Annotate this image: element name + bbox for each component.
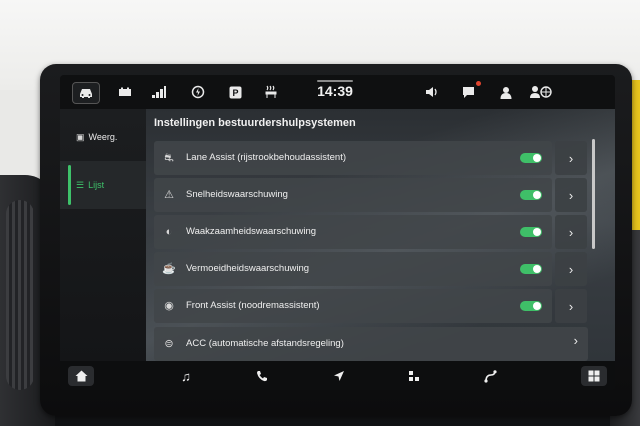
chevron-right-icon: › [568, 298, 574, 314]
view-side-panel: ▣ Weerg. ☰ Lijst [60, 109, 146, 361]
speed-warning-details-button[interactable]: › [555, 178, 587, 212]
chevron-right-icon: › [568, 261, 574, 277]
fatigue-warning-icon: ☕ [162, 263, 176, 275]
setting-label: Lane Assist (rijstrookbehoudassistent) [186, 152, 346, 163]
speed-warning-toggle[interactable] [520, 190, 542, 200]
setting-row-acc[interactable]: ⊜ ACC (automatische afstandsregeling) › [154, 327, 588, 361]
notification-dot [476, 81, 481, 86]
setting-row-attention-warning[interactable]: ◐ Waakzaamheidswaarschuwing [154, 215, 552, 249]
navigation-icon[interactable] [326, 366, 352, 386]
setting-label: Snelheidswaarschuwing [186, 189, 288, 200]
signal-bars-icon[interactable] [146, 82, 172, 102]
home-icon[interactable] [68, 366, 94, 386]
apps-icon[interactable] [401, 366, 427, 386]
sidebar-item-label: Weerg. [88, 132, 118, 142]
chevron-right-icon: › [568, 150, 574, 166]
fatigue-warning-details-button[interactable]: › [555, 252, 587, 286]
setting-row-lane-assist[interactable]: ⛐ Lane Assist (rijstrookbehoudassistent) [154, 141, 552, 175]
speed-warning-icon: ⚠ [164, 189, 174, 201]
svg-text:P: P [232, 88, 238, 98]
air-vent [6, 200, 34, 390]
front-assist-details-button[interactable]: › [555, 289, 587, 323]
setting-row-front-assist[interactable]: ◉ Front Assist (noodremassistent) [154, 289, 552, 323]
front-assist-icon: ◉ [164, 300, 174, 312]
sidebar-item-weerg[interactable]: ▣ Weerg. [60, 113, 146, 161]
display-icon: ▣ [76, 131, 85, 142]
setting-label: Waakzaamheidswaarschuwing [186, 226, 317, 237]
user-settings-icon[interactable] [528, 82, 554, 102]
list-icon: ☰ [76, 179, 85, 190]
charging-icon[interactable] [185, 82, 211, 102]
setting-row-speed-warning[interactable]: ⚠ Snelheidswaarschuwing [154, 178, 552, 212]
front-assist-toggle[interactable] [520, 301, 542, 311]
connection-icon[interactable] [478, 366, 504, 386]
music-icon[interactable]: ♫ [173, 366, 199, 386]
lane-assist-details-button[interactable]: › [555, 141, 587, 175]
clock-handle [317, 80, 353, 82]
phone-icon[interactable] [249, 366, 275, 386]
battery-icon[interactable] [112, 82, 138, 102]
fatigue-warning-toggle[interactable] [520, 264, 542, 274]
notification-icon[interactable] [456, 81, 482, 102]
setting-label: ACC (automatische afstandsregeling) [186, 338, 344, 349]
volume-icon[interactable] [419, 82, 445, 102]
infotainment-screen: P 14:39 ▣ Weerg. ☰ Lijst Instellingen be… [60, 75, 615, 390]
setting-label: Front Assist (noodremassistent) [186, 300, 320, 311]
scrollbar[interactable] [592, 139, 595, 249]
lane-assist-icon: ⛐ [164, 152, 174, 164]
clock: 14:39 [317, 83, 353, 99]
parking-icon[interactable]: P [222, 82, 248, 102]
setting-label: Vermoeidheidswaarschuwing [186, 263, 310, 274]
chevron-right-icon: › [568, 224, 574, 240]
user-icon[interactable] [493, 82, 519, 102]
chevron-right-icon[interactable]: › [574, 333, 578, 348]
acc-icon: ⊜ [164, 338, 174, 350]
lane-assist-toggle[interactable] [520, 153, 542, 163]
seat-heating-icon[interactable] [258, 82, 284, 102]
sidebar-item-label: Lijst [88, 180, 105, 190]
sidebar-item-lijst[interactable]: ☰ Lijst [60, 161, 146, 209]
bottom-nav-bar: ♫ [60, 361, 615, 390]
setting-row-fatigue-warning[interactable]: ☕ Vermoeidheidswaarschuwing [154, 252, 552, 286]
page-title: Instellingen bestuurdershulpsystemen [154, 117, 356, 129]
status-bar: P 14:39 [60, 75, 615, 109]
settings-content: Instellingen bestuurdershulpsystemen ⛐ L… [146, 109, 615, 361]
attention-warning-icon: ◐ [165, 226, 173, 238]
grid-icon[interactable] [581, 366, 607, 386]
chevron-right-icon: › [568, 187, 574, 203]
attention-warning-toggle[interactable] [520, 227, 542, 237]
attention-warning-details-button[interactable]: › [555, 215, 587, 249]
car-icon[interactable] [72, 82, 100, 104]
